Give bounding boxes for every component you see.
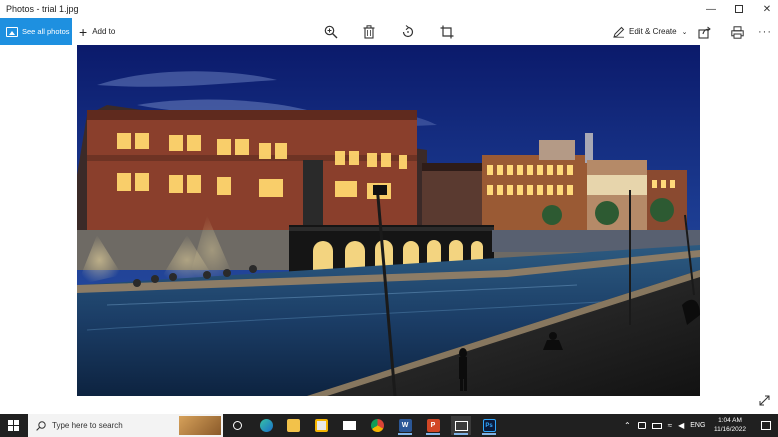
volume-icon[interactable]: ◀ — [678, 421, 684, 430]
close-button[interactable]: ✕ — [752, 0, 778, 18]
file-explorer-taskbar-button[interactable] — [283, 416, 303, 435]
chevron-up-icon[interactable]: ⌃ — [624, 421, 631, 430]
chrome-icon — [370, 419, 384, 432]
night-waterfront-render — [77, 45, 700, 396]
task-view-button[interactable] — [227, 416, 247, 435]
see-all-photos-label: See all photos — [22, 27, 70, 36]
print-button[interactable] — [728, 23, 746, 41]
search-icon — [36, 420, 46, 431]
see-all-photos-button[interactable]: See all photos — [0, 18, 72, 45]
more-icon: ··· — [758, 26, 772, 38]
photoshop-icon: Ps — [482, 419, 496, 432]
delete-button[interactable] — [360, 23, 378, 41]
running-indicator — [398, 433, 412, 435]
store-taskbar-button[interactable] — [311, 416, 331, 435]
share-button[interactable] — [695, 23, 713, 41]
running-indicator — [426, 433, 440, 435]
zoom-button[interactable] — [322, 23, 340, 41]
taskbar-clock[interactable]: 1:04 AM 11/16/2022 — [708, 416, 752, 434]
minimize-icon: — — [706, 3, 716, 15]
windows-logo-icon — [8, 420, 19, 431]
edit-create-button[interactable]: Edit & Create ⌄ — [613, 18, 687, 45]
edge-taskbar-button[interactable] — [256, 416, 276, 435]
fullscreen-button[interactable] — [756, 392, 772, 408]
running-indicator — [482, 433, 496, 435]
maximize-icon — [735, 5, 743, 13]
wifi-icon[interactable]: ≈ — [668, 421, 672, 430]
system-tray: ⌃ ≈ ◀ ENG — [624, 414, 705, 437]
plus-icon: + — [79, 23, 88, 40]
notifications-button[interactable] — [756, 416, 776, 435]
search-highlight-image — [179, 416, 221, 435]
rotate-button[interactable] — [399, 23, 417, 41]
add-to-label: Add to — [92, 27, 116, 36]
trash-icon — [363, 25, 375, 39]
photos-icon — [454, 420, 468, 431]
powerpoint-taskbar-button[interactable]: P — [423, 416, 443, 435]
taskbar: Type here to search W P Ps ⌃ ≈ ◀ ENG 1:0… — [0, 414, 778, 437]
word-icon: W — [398, 419, 412, 432]
powerpoint-icon: P — [426, 419, 440, 432]
clock-time: 1:04 AM — [718, 417, 742, 424]
start-button[interactable] — [0, 414, 27, 437]
photo-viewer-image[interactable] — [77, 45, 700, 396]
close-icon: ✕ — [762, 3, 772, 15]
language-indicator[interactable]: ENG — [690, 422, 705, 429]
photoshop-taskbar-button[interactable]: Ps — [479, 416, 499, 435]
chrome-taskbar-button[interactable] — [367, 416, 387, 435]
photos-toolbar: See all photos + Add to Edit & Create ⌄ … — [0, 18, 778, 45]
rotate-icon — [402, 25, 414, 38]
crop-button[interactable] — [438, 23, 456, 41]
edit-icon — [613, 26, 625, 38]
photos-taskbar-button[interactable] — [451, 416, 471, 435]
edit-create-label: Edit & Create — [629, 27, 677, 36]
maximize-button[interactable] — [724, 0, 754, 18]
chevron-down-icon: ⌄ — [681, 28, 688, 36]
mail-taskbar-button[interactable] — [339, 416, 359, 435]
store-icon — [314, 419, 328, 432]
gallery-icon — [6, 26, 18, 37]
clock-date: 11/16/2022 — [713, 426, 747, 433]
edge-icon — [259, 419, 273, 432]
minimize-button[interactable]: — — [696, 0, 726, 18]
add-to-button[interactable]: + Add to — [79, 18, 115, 45]
expand-icon — [759, 395, 769, 405]
window-title: Photos - trial 1.jpg — [6, 4, 79, 14]
word-taskbar-button[interactable]: W — [395, 416, 415, 435]
folder-icon — [286, 419, 300, 432]
task-view-icon — [232, 421, 242, 430]
notification-icon — [761, 421, 771, 430]
zoom-in-icon — [324, 25, 338, 39]
meet-icon[interactable] — [637, 422, 646, 429]
taskbar-search-box[interactable]: Type here to search — [28, 414, 223, 437]
more-options-button[interactable]: ··· — [756, 23, 774, 41]
search-placeholder: Type here to search — [52, 421, 123, 430]
running-indicator — [454, 433, 468, 435]
title-bar: Photos - trial 1.jpg — ✕ — [0, 0, 778, 18]
battery-icon[interactable] — [651, 422, 662, 429]
crop-icon — [440, 25, 454, 39]
printer-icon — [730, 25, 744, 39]
share-icon — [697, 26, 711, 39]
mail-icon — [342, 421, 356, 430]
